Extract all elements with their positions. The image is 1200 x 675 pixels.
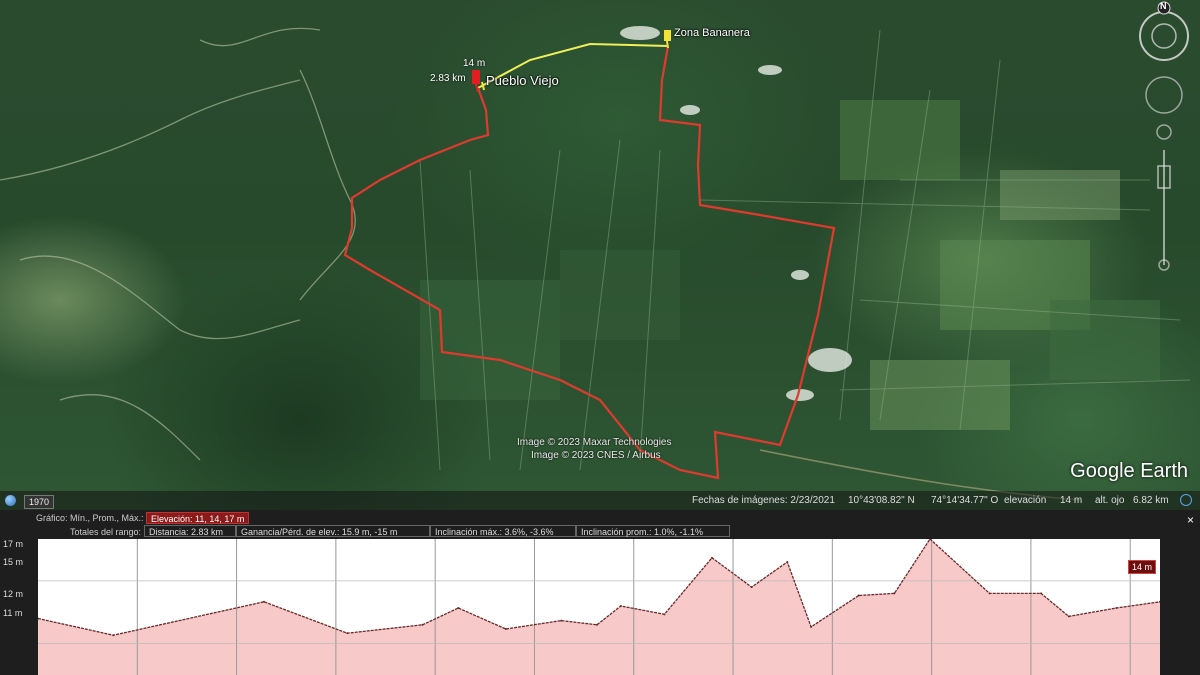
elevation-readout: 14 m <box>1060 495 1083 506</box>
imagery-credit-maxar: Image © 2023 Maxar Technologies <box>517 437 672 448</box>
placemark-label-pueblo-viejo[interactable]: Pueblo Viejo <box>486 73 559 88</box>
elevation-summary: Elevación: 11, 14, 17 m <box>146 512 250 524</box>
look-joystick-icon[interactable] <box>1145 76 1183 114</box>
graph-label: Gráfico: Mín., Prom., Máx.: <box>36 513 144 523</box>
elevation-point <box>560 619 563 622</box>
pin-elevation-label: 14 m <box>463 58 486 69</box>
elevation-point <box>1040 592 1043 595</box>
elevation-point <box>1067 615 1070 618</box>
elevation-point <box>810 625 813 628</box>
y-tick-11: 11 m <box>3 608 23 618</box>
longitude-readout: 74°14'34.77" O <box>931 495 999 506</box>
range-max-slope: Inclinación máx.: 3.6%, -3.6% <box>430 525 576 537</box>
terrain-layer <box>0 26 1191 501</box>
elevation-point <box>786 561 789 564</box>
historical-imagery-year[interactable]: 1970 <box>24 495 55 509</box>
google-earth-logo: Google Earth <box>1070 460 1188 482</box>
profile-marker-value: 14 m <box>1128 560 1157 574</box>
elevation-chart[interactable] <box>38 539 1160 675</box>
elevation-point <box>710 556 713 559</box>
range-avg-slope: Inclinación prom.: 1.0%, -1.1% <box>576 525 730 537</box>
range-distance: Distancia: 2.83 km <box>144 525 236 537</box>
elevation-point <box>619 604 622 607</box>
street-view-person-icon[interactable] <box>1156 124 1172 140</box>
status-circle-icon[interactable] <box>1180 494 1192 506</box>
eye-altitude-label: alt. ojo <box>1095 495 1125 506</box>
elevation-point <box>346 632 349 635</box>
close-profile-button[interactable]: × <box>1187 513 1194 527</box>
elevation-point <box>1115 607 1118 610</box>
elevation-point <box>857 594 860 597</box>
status-bar: 1970 Fechas de imágenes: 2/23/2021 10°43… <box>0 491 1200 510</box>
navigation-controls[interactable]: N <box>1134 0 1194 280</box>
pin-distance-label: 2.83 km <box>430 73 466 84</box>
y-tick-12: 12 m <box>3 589 24 599</box>
elevation-point <box>421 623 424 626</box>
elevation-point <box>596 623 599 626</box>
elevation-point <box>663 613 666 616</box>
eye-altitude-readout: 6.82 km <box>1133 495 1169 506</box>
elevation-label: elevación <box>1004 495 1047 506</box>
elevation-point <box>112 634 115 637</box>
zoom-slider-icon[interactable] <box>1157 150 1171 271</box>
elevation-point <box>262 600 265 603</box>
range-gain-loss: Ganancia/Pérd. de elev.: 15.9 m, -15 m <box>236 525 430 537</box>
elevation-point <box>893 592 896 595</box>
range-totals-label: Totales del rango: <box>70 527 142 537</box>
elevation-point <box>988 592 991 595</box>
globe-icon[interactable] <box>5 495 16 506</box>
imagery-date: Fechas de imágenes: 2/23/2021 <box>692 495 835 506</box>
compass-north-label: N <box>1160 1 1167 11</box>
y-tick-17: 17 m <box>3 539 24 549</box>
imagery-credit-cnes: Image © 2023 CNES / Airbus <box>531 450 661 461</box>
elevation-point <box>750 586 753 589</box>
y-tick-15: 15 m <box>3 557 24 567</box>
placemark-label-zona-bananera[interactable]: Zona Bananera <box>674 27 750 39</box>
elevation-point <box>504 627 507 630</box>
elevation-point <box>457 607 460 610</box>
latitude-readout: 10°43'08.82" N <box>848 495 915 506</box>
map-view[interactable]: 14 m 2.83 km Pueblo Viejo Zona Bananera … <box>0 0 1200 510</box>
elevation-profile-panel: Gráfico: Mín., Prom., Máx.: Elevación: 1… <box>0 510 1200 675</box>
